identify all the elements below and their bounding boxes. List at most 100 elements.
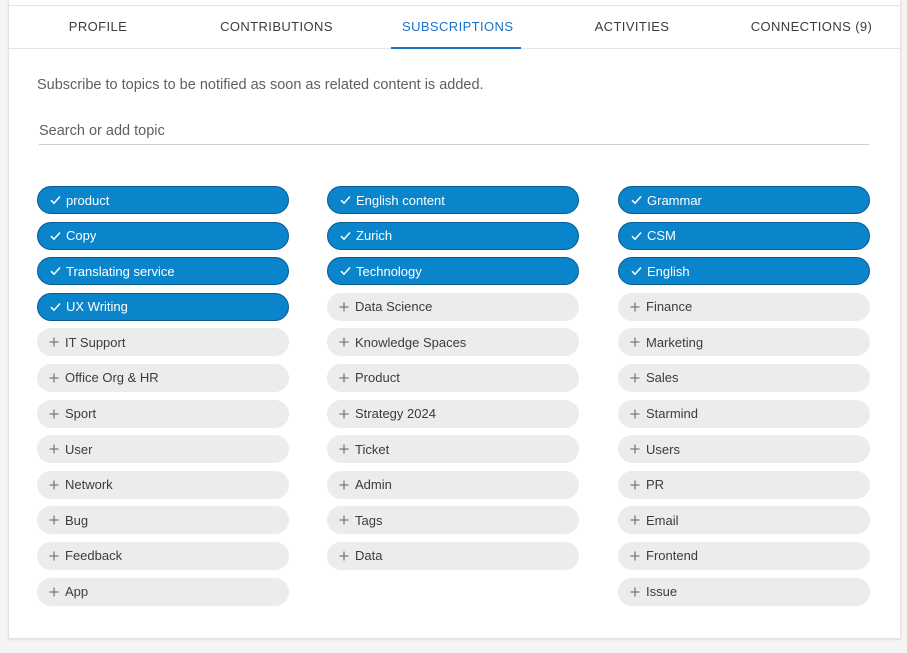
plus-icon [339,337,349,347]
topic-chip[interactable]: English [618,257,870,286]
topic-chip[interactable]: Admin [327,470,579,499]
topic-chip-label: Issue [646,584,678,600]
topic-chip[interactable]: Grammar [618,186,870,214]
check-icon [340,195,351,205]
topic-chip-label: PR [646,477,665,493]
plus-icon [49,587,59,597]
topic-chip-label: UX Writing [66,299,128,315]
plus-icon [339,409,349,419]
tab-label: PROFILE [68,19,128,34]
plus-icon [49,480,59,490]
topic-chip[interactable]: Data [327,541,579,570]
topic-chip[interactable]: Copy [37,221,289,250]
topic-chip-label: Frontend [646,548,699,564]
plus-icon [630,444,640,454]
topic-chip[interactable]: Knowledge Spaces [327,328,579,357]
topic-chip[interactable]: Frontend [618,541,870,570]
topic-chip-label: Marketing [646,334,704,350]
topic-chip-label: Tags [355,512,383,528]
check-icon [50,266,61,276]
topic-chip-label: Admin [355,477,392,493]
topic-chip[interactable]: Tags [327,506,579,535]
plus-icon [630,409,640,419]
topic-chip[interactable]: UX Writing [37,292,289,321]
topic-chip[interactable]: Users [618,435,870,464]
topic-chip[interactable]: Technology [327,257,579,286]
topic-chip-label: Finance [646,299,693,315]
subscriptions-card: PROFILE CONTRIBUTIONS SUBSCRIPTIONS ACTI… [8,0,901,639]
tab-subscriptions[interactable]: SUBSCRIPTIONS [391,6,521,49]
topic-search-input[interactable] [39,120,869,142]
plus-icon [339,480,349,490]
check-icon [50,195,61,205]
check-icon [340,266,351,276]
topic-chip[interactable]: PR [618,470,870,499]
topic-chip-label: Data Science [355,299,433,315]
tab-label: CONNECTIONS (9) [750,19,873,34]
topic-chip-label: App [65,584,89,600]
plus-icon [49,373,59,383]
topic-chip[interactable]: Data Science [327,292,579,321]
topic-chip-label: Data [355,548,383,564]
topic-chip[interactable]: Marketing [618,328,870,357]
topic-column-2: English content Zurich Technology Data Scie… [327,186,579,578]
plus-icon [339,444,349,454]
plus-icon [49,337,59,347]
topic-chip-label: Product [355,370,400,386]
topic-chip[interactable]: User [37,435,289,464]
topic-chip[interactable]: Feedback [37,541,289,570]
topic-column-1: product Copy Translating service UX Writing… [37,186,289,613]
topic-chip-label: Office Org & HR [65,370,159,386]
plus-icon [339,302,349,312]
topic-chip-label: Network [65,477,113,493]
check-icon [631,266,642,276]
plus-icon [49,515,59,525]
topic-chip[interactable]: Strategy 2024 [327,399,579,428]
topic-chip-label: English content [356,192,445,208]
plus-icon [630,551,640,561]
topic-chip[interactable]: Office Org & HR [37,363,289,392]
topic-chip[interactable]: Network [37,470,289,499]
topic-chip[interactable]: IT Support [37,328,289,357]
tab-connections[interactable]: CONNECTIONS (9) [744,6,879,48]
plus-icon [630,373,640,383]
plus-icon [49,444,59,454]
topic-chip[interactable]: Starmind [618,399,870,428]
plus-icon [630,302,640,312]
plus-icon [630,587,640,597]
check-icon [631,231,642,241]
topic-chip[interactable]: Zurich [327,221,579,250]
topic-chip[interactable]: Email [618,506,870,535]
topic-chip[interactable]: App [37,577,289,606]
active-tab-indicator [391,47,521,49]
tab-label: ACTIVITIES [594,19,670,34]
tab-label: CONTRIBUTIONS [220,19,333,34]
plus-icon [49,551,59,561]
topic-chip[interactable]: Product [327,363,579,392]
topic-chip[interactable]: Issue [618,577,870,606]
tab-contributions[interactable]: CONTRIBUTIONS [209,6,344,48]
topic-chip[interactable]: Bug [37,506,289,535]
topic-chip[interactable]: English content [327,186,579,214]
topic-chip-label: Technology [356,263,422,279]
intro-text: Subscribe to topics to be notified as so… [37,77,484,93]
plus-icon [630,480,640,490]
topic-chip-label: Strategy 2024 [355,406,436,422]
plus-icon [339,373,349,383]
tab-activities[interactable]: ACTIVITIES [577,6,687,48]
tab-profile[interactable]: PROFILE [39,6,157,48]
topic-chip[interactable]: CSM [618,221,870,250]
topic-chip[interactable]: Finance [618,292,870,321]
topic-chip[interactable]: product [37,186,289,214]
topic-chip-label: CSM [647,228,676,244]
topic-chip-label: Zurich [356,228,393,244]
check-icon [631,195,642,205]
plus-icon [49,409,59,419]
profile-tabs: PROFILE CONTRIBUTIONS SUBSCRIPTIONS ACTI… [9,5,900,49]
topic-chip-label: Users [646,441,680,457]
topic-chip[interactable]: Sport [37,399,289,428]
topic-chip[interactable]: Translating service [37,257,289,286]
topic-chip[interactable]: Ticket [327,435,579,464]
tab-label: SUBSCRIPTIONS [402,19,514,34]
topic-chip[interactable]: Sales [618,363,870,392]
